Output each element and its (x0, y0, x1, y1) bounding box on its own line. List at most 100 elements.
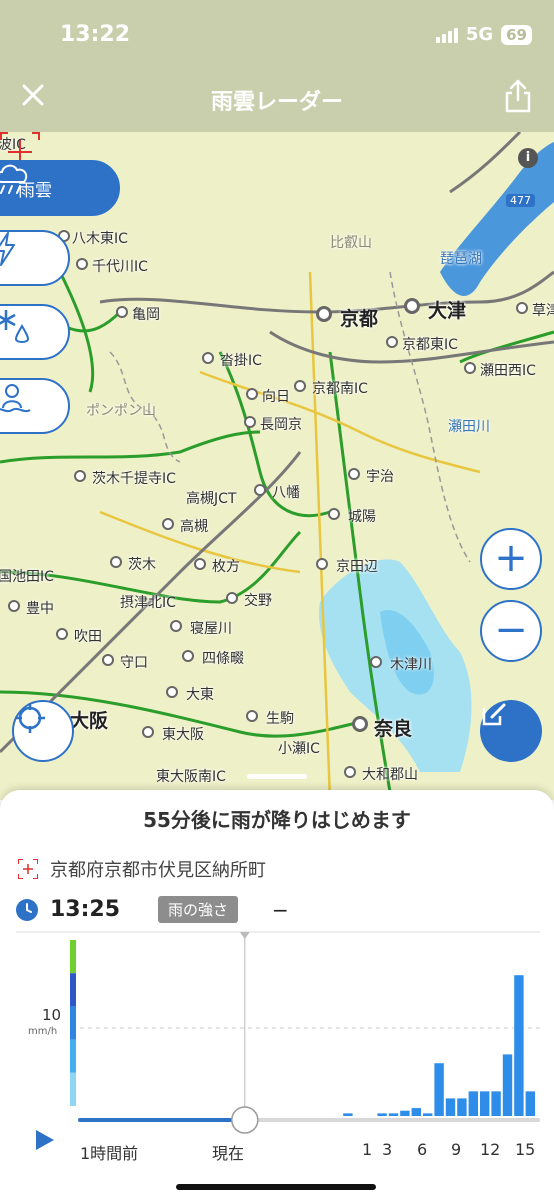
city-marker (370, 656, 382, 668)
rain-bar (468, 1091, 478, 1116)
map-label: 枚方 (212, 559, 240, 575)
map-label: 寝屋川 (190, 621, 232, 637)
city-marker (202, 352, 214, 364)
y-axis-unit: mm/h (28, 1026, 58, 1037)
intensity-scale-segment (70, 1006, 76, 1040)
map-label: 瀬田西IC (480, 363, 536, 379)
x-tick-label: 6 (417, 1140, 428, 1159)
city-marker (246, 710, 258, 722)
snow-icon (0, 310, 30, 343)
info-icon[interactable]: i (518, 148, 538, 168)
locate-button[interactable] (12, 700, 74, 762)
intensity-scale-segment (70, 1039, 76, 1073)
rain-bar (434, 1063, 444, 1116)
map-label: 八幡 (272, 485, 300, 501)
city-marker (352, 716, 368, 732)
status-indicators: 5G 69 (435, 24, 532, 45)
map-label: 木津川 (390, 657, 432, 673)
intensity-scale-segment (70, 1072, 76, 1106)
intensity-scale-segment (70, 940, 76, 974)
map-label: 八木東IC (72, 231, 128, 247)
city-marker (102, 654, 114, 666)
battery-icon: 69 (501, 24, 532, 45)
map-label: 吹田 (74, 629, 102, 645)
map-label: 高槻 (180, 519, 208, 535)
x-tick-label: 9 (451, 1140, 462, 1159)
city-marker (516, 302, 528, 314)
map-label: 茨木 (128, 557, 156, 573)
now-marker-arrow (239, 932, 250, 939)
map-label: 沓掛IC (220, 353, 262, 369)
rain-bar (502, 1054, 513, 1116)
city-marker (74, 470, 86, 482)
city-marker (56, 628, 68, 640)
page-title: 雨雲レーダー (210, 90, 343, 115)
address: 京都府京都市伏見区納所町 (50, 860, 266, 881)
map-label: ポンポン山 (86, 403, 156, 419)
map-label: 京田辺 (336, 559, 378, 575)
play-icon[interactable] (24, 1120, 64, 1160)
map-label: 東大阪南IC (156, 769, 226, 785)
city-marker (110, 556, 122, 568)
map-label: 千代川IC (92, 259, 148, 275)
edit-button[interactable] (480, 700, 542, 762)
city-marker (246, 388, 258, 400)
selected-time: 13:25 (50, 897, 121, 922)
city-marker (344, 766, 356, 778)
rain-cloud-icon (0, 164, 28, 194)
sheet-handle[interactable] (247, 774, 307, 779)
zoom-in-button[interactable]: + (480, 528, 542, 590)
rain-forecast-headline: 55分後に雨が降りはじめます (143, 808, 411, 832)
lightning-icon (0, 232, 15, 266)
x-tick-label: 12 (480, 1140, 501, 1159)
map-label: 向日 (262, 389, 290, 405)
city-marker (182, 650, 194, 662)
rain-bar (423, 1113, 433, 1116)
x-tick-label: 3 (382, 1140, 393, 1159)
map-label: 東大阪 (162, 727, 204, 743)
map-label: 豊中 (26, 601, 54, 617)
radar-map[interactable]: 波IC 八木東IC 千代川IC 亀岡 比叡山 琵琶湖 京都 大津 草津 京都東I… (0, 132, 554, 800)
intensity-value: − (272, 897, 289, 922)
map-label: 宇治 (366, 469, 394, 485)
rain-bar (377, 1113, 387, 1116)
y-tick-label: 10 (42, 1006, 62, 1024)
rain-chart[interactable]: 10 mm/h (0, 930, 554, 1160)
map-label: 亀岡 (132, 307, 160, 323)
target-icon (18, 859, 38, 879)
city-marker (76, 258, 88, 270)
layer-snow-button[interactable] (0, 304, 70, 360)
zoom-out-button[interactable]: − (480, 600, 542, 662)
rain-bar (411, 1108, 421, 1116)
layer-lightning-button[interactable] (0, 230, 70, 286)
locate-icon (15, 703, 45, 733)
layer-rain-button[interactable]: 雨雲 (0, 160, 120, 216)
share-icon[interactable] (504, 78, 532, 114)
city-marker (162, 518, 174, 530)
clock-icon (16, 898, 38, 921)
map-label: 生駒 (266, 711, 294, 727)
rain-chart-svg (16, 931, 540, 1134)
map-label: 琵琶湖 (440, 251, 482, 267)
map-label: 四條畷 (202, 651, 244, 667)
map-label: 奈良 (374, 718, 413, 740)
city-marker (194, 558, 206, 570)
city-marker (8, 600, 20, 612)
home-indicator (176, 1184, 376, 1190)
rain-bar (480, 1091, 490, 1116)
rain-bar (400, 1110, 410, 1116)
map-label: 草津 (532, 303, 554, 319)
map-label: 京都 (340, 308, 379, 330)
rain-bar (388, 1113, 399, 1116)
x-tick-label: 1時間前 (80, 1144, 139, 1163)
map-label: 京都南IC (312, 381, 368, 397)
map-label: 大和郡山 (362, 767, 418, 783)
time-row: 13:25 雨の強さ − (16, 896, 289, 923)
title-bar: 13:22 5G 69 雨雲レーダー (0, 0, 554, 132)
layer-snowcover-button[interactable] (0, 378, 70, 434)
x-tick-label: 1 (362, 1140, 373, 1159)
map-label: 大東 (186, 687, 214, 703)
rain-bar (445, 1098, 456, 1116)
forecast-sheet: 55分後に雨が降りはじめます 京都府京都市伏見区納所町 13:25 雨の強さ −… (0, 774, 554, 1200)
rain-bar (343, 1113, 353, 1116)
